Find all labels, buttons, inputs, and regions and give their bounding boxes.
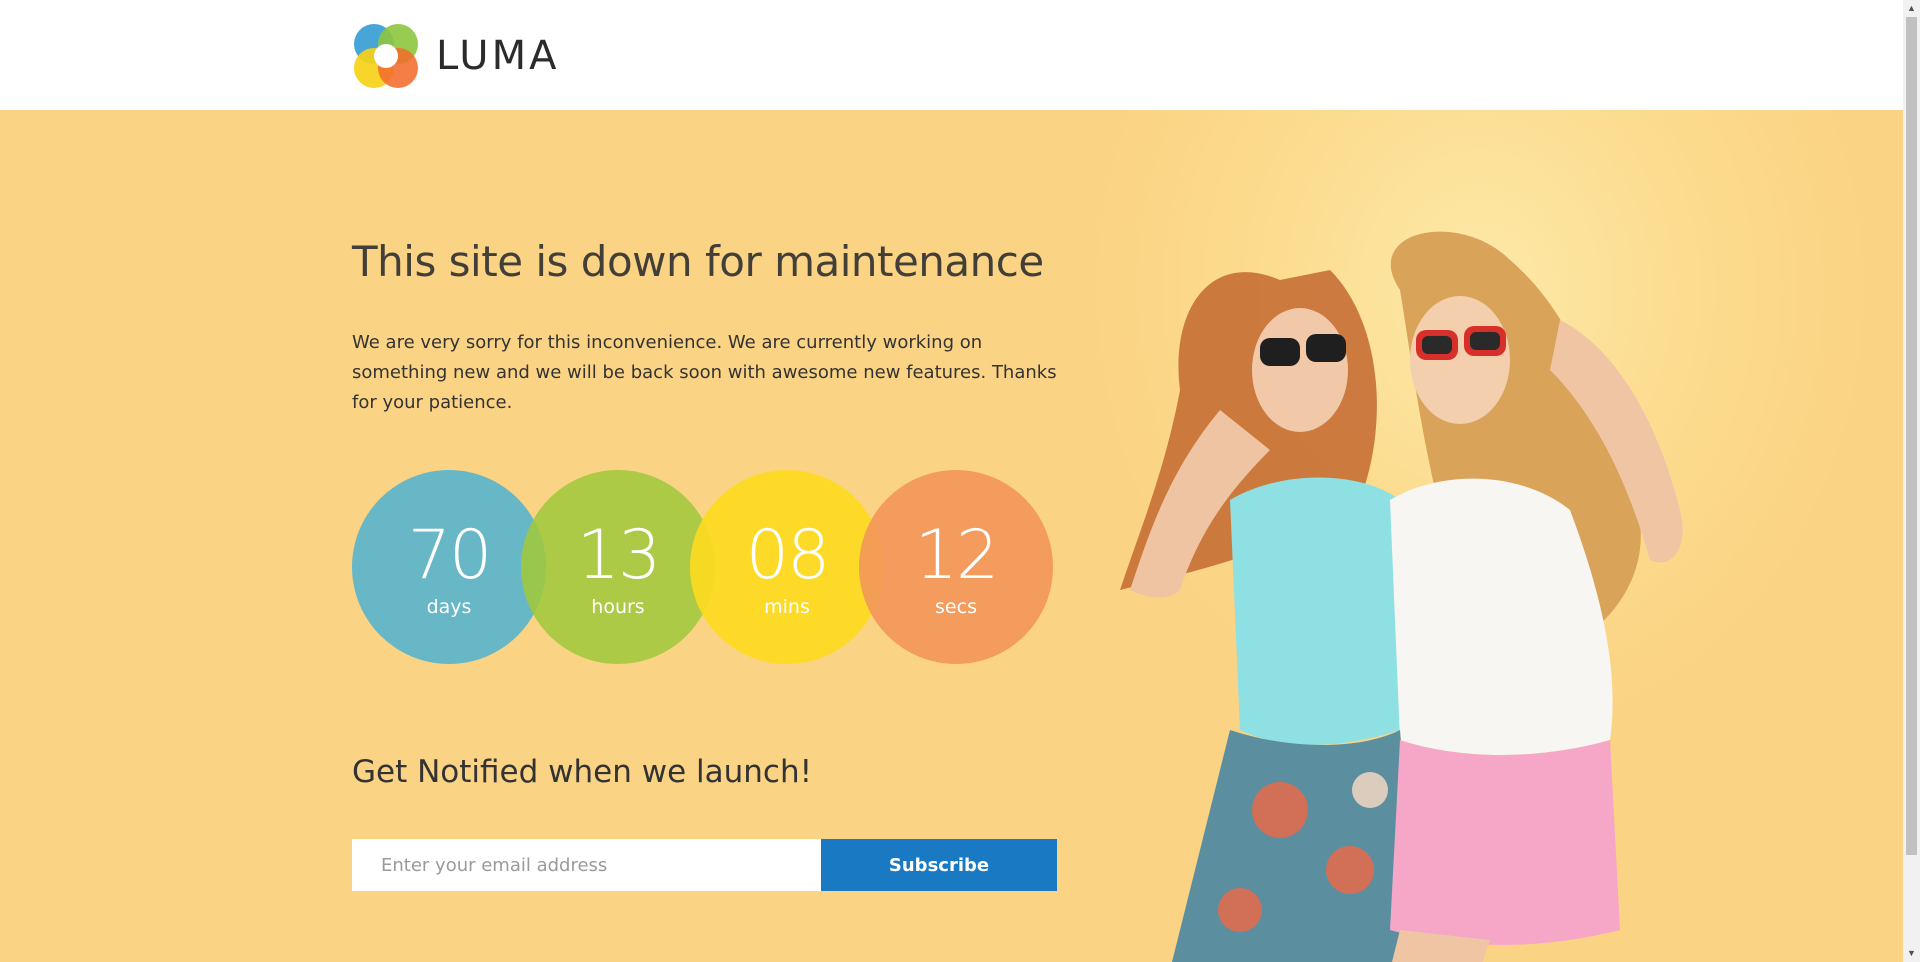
luma-logo-icon — [354, 24, 418, 88]
maintenance-hero: This site is down for maintenance We are… — [0, 110, 1903, 962]
countdown-days-value: 70 — [407, 516, 493, 595]
page: LUMA This site is down for maintenance W… — [0, 0, 1920, 962]
subscribe-button[interactable]: Subscribe — [821, 839, 1057, 891]
notify-heading: Get Notified when we launch! — [352, 754, 813, 790]
countdown-hours: 13 hours — [521, 470, 715, 664]
scrollbar-thumb[interactable] — [1906, 17, 1917, 855]
logo-link[interactable]: LUMA — [352, 22, 559, 90]
countdown-secs-label: secs — [935, 596, 977, 618]
countdown-mins: 08 mins — [690, 470, 884, 664]
page-title: This site is down for maintenance — [352, 237, 1044, 286]
vertical-scrollbar[interactable]: ▲ ▼ — [1903, 0, 1920, 962]
countdown-mins-label: mins — [764, 596, 810, 618]
countdown-hours-value: 13 — [576, 516, 662, 595]
subscribe-form: Subscribe — [352, 839, 1057, 891]
triangle-up-icon[interactable]: ▲ — [1903, 0, 1920, 17]
triangle-down-icon[interactable]: ▼ — [1903, 945, 1920, 962]
countdown-mins-value: 08 — [745, 516, 831, 595]
countdown-secs-value: 12 — [914, 516, 1000, 595]
logo-text: LUMA — [436, 33, 560, 79]
countdown-secs: 12 secs — [859, 470, 1053, 664]
countdown-days-label: days — [426, 596, 472, 618]
fashion-models-image — [1120, 231, 1683, 962]
email-field[interactable] — [352, 839, 821, 891]
countdown-hours-label: hours — [591, 596, 645, 618]
countdown-days: 70 days — [352, 470, 546, 664]
site-header: LUMA — [0, 0, 1903, 110]
countdown-timer: 70 days 13 hours 08 mins 12 secs — [352, 470, 1072, 664]
maintenance-message: We are very sorry for this inconvenience… — [352, 332, 1057, 413]
